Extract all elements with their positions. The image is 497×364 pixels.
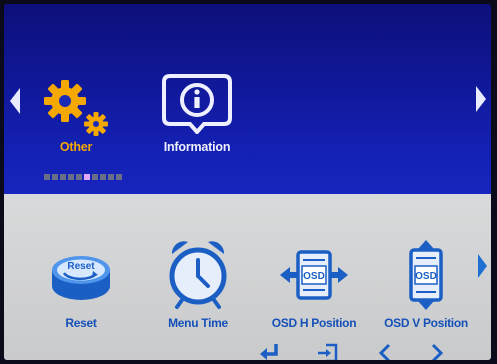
- page-dot: [116, 174, 122, 180]
- page-dot: [52, 174, 58, 180]
- category-scroll-right-arrow[interactable]: [476, 86, 486, 112]
- chevron-right-icon: [428, 342, 446, 360]
- page-dot: [100, 174, 106, 180]
- osd-v-position-icon: OSD: [409, 240, 443, 310]
- enter-icon: [258, 342, 282, 360]
- menu-item-osd-h-position[interactable]: OSD OSD H Position: [260, 242, 368, 330]
- menu-item-label-osd-h-position: OSD H Position: [271, 316, 357, 330]
- page-dot: [76, 174, 82, 180]
- submenu-panel: Reset Reset Menu Time OSD OSD H Position…: [4, 194, 491, 360]
- info-icon: [162, 74, 232, 136]
- exit-icon: [316, 342, 340, 360]
- osd-menu: Other Information Reset Reset Menu Time …: [4, 4, 491, 360]
- category-other[interactable]: Other: [38, 74, 114, 164]
- control-hint-bar: [252, 342, 472, 360]
- menu-item-menu-time[interactable]: Menu Time: [158, 236, 238, 330]
- category-information[interactable]: Information: [152, 72, 242, 164]
- gear-icon: [44, 80, 108, 136]
- menu-item-label-osd-v-position: OSD V Position: [384, 316, 468, 330]
- page-dot: [108, 174, 114, 180]
- page-dot: [44, 174, 50, 180]
- osd-h-icon-text: OSD: [303, 271, 325, 282]
- submenu-scroll-right-arrow[interactable]: [478, 254, 487, 278]
- osd-v-icon-text: OSD: [415, 271, 437, 282]
- osd-h-position-icon: OSD: [280, 250, 348, 300]
- page-dot: [60, 174, 66, 180]
- category-scroll-left-arrow[interactable]: [10, 88, 20, 114]
- alarm-clock-icon: [169, 241, 227, 309]
- page-dot: [92, 174, 98, 180]
- category-panel: Other Information: [4, 4, 491, 194]
- page-indicator: [44, 174, 122, 182]
- menu-item-osd-v-position[interactable]: OSD OSD V Position: [376, 238, 476, 330]
- page-dot-active: [84, 174, 90, 180]
- reset-icon-text: Reset: [67, 261, 95, 272]
- reset-icon: Reset: [52, 256, 110, 300]
- chevron-left-icon: [376, 342, 394, 360]
- menu-item-label-menu-time: Menu Time: [168, 316, 228, 330]
- category-label-other: Other: [59, 140, 93, 154]
- menu-item-reset[interactable]: Reset Reset: [48, 246, 114, 330]
- menu-item-label-reset: Reset: [65, 316, 97, 330]
- page-dot: [68, 174, 74, 180]
- category-label-information: Information: [163, 140, 231, 154]
